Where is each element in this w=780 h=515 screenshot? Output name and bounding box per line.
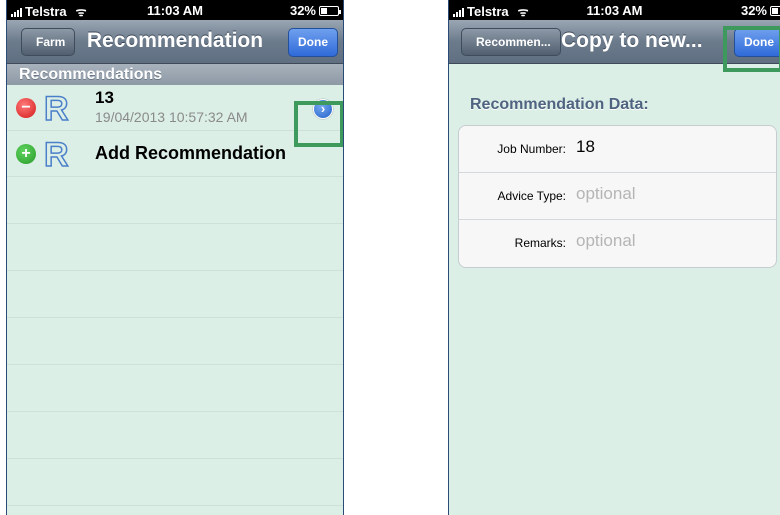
highlight-box <box>294 101 343 147</box>
back-button-recommendation[interactable]: Recommen... <box>461 28 561 56</box>
status-bar: Telstra ᯤ 11:03 AM 32% <box>449 0 780 20</box>
highlight-box <box>723 26 780 72</box>
section-header: Recommendations <box>7 64 343 85</box>
battery-icon <box>770 5 780 16</box>
advice-type-label: Advice Type: <box>497 189 566 203</box>
page-title: Recommendation <box>86 29 264 52</box>
done-button[interactable]: Done <box>288 28 338 57</box>
list-item[interactable]: − R 13 19/04/2013 10:57:32 AM › <box>7 85 343 131</box>
item-timestamp: 19/04/2013 10:57:32 AM <box>95 109 248 125</box>
empty-row <box>7 224 343 271</box>
recommendation-icon: R <box>43 136 69 174</box>
remarks-field[interactable]: optional <box>576 231 636 251</box>
advice-type-row[interactable]: Advice Type: optional <box>459 173 776 220</box>
status-time: 11:03 AM <box>586 3 643 18</box>
empty-row <box>7 271 343 318</box>
job-number-label: Job Number: <box>497 142 566 156</box>
empty-row <box>7 365 343 412</box>
add-recommendation-row[interactable]: + R Add Recommendation <box>7 131 343 177</box>
recommendation-data-form: Job Number: 18 Advice Type: optional Rem… <box>458 125 777 268</box>
page-title: Copy to new... <box>561 29 703 52</box>
remarks-label: Remarks: <box>514 236 566 250</box>
job-number-row[interactable]: Job Number: 18 <box>459 126 776 173</box>
advice-type-field[interactable]: optional <box>576 184 636 204</box>
navigation-bar: Farm Recommendation Done <box>7 20 343 64</box>
delete-icon[interactable]: − <box>16 98 36 118</box>
battery-icon <box>319 5 341 16</box>
empty-row <box>7 177 343 224</box>
empty-row <box>7 459 343 506</box>
item-title: 13 <box>95 88 114 107</box>
recommendation-icon: R <box>43 90 69 128</box>
battery-percent: 32% <box>289 3 316 18</box>
add-recommendation-label: Add Recommendation <box>95 143 287 163</box>
remarks-row[interactable]: Remarks: optional <box>459 220 776 267</box>
section-title: Recommendation Data: <box>470 96 649 113</box>
status-bar: Telstra ᯤ 11:03 AM 32% <box>7 0 343 20</box>
recommendation-screen: Telstra ᯤ 11:03 AM 32% Farm Recommendati… <box>6 0 344 515</box>
copy-recommendation-screen: Telstra ᯤ 11:03 AM 32% Recommen... Copy … <box>448 0 780 515</box>
empty-row <box>7 318 343 365</box>
battery-percent: 32% <box>740 3 767 18</box>
recommendation-list: − R 13 19/04/2013 10:57:32 AM › + R Add … <box>7 85 343 515</box>
empty-row <box>7 412 343 459</box>
job-number-field[interactable]: 18 <box>576 137 595 157</box>
add-icon[interactable]: + <box>16 144 36 164</box>
